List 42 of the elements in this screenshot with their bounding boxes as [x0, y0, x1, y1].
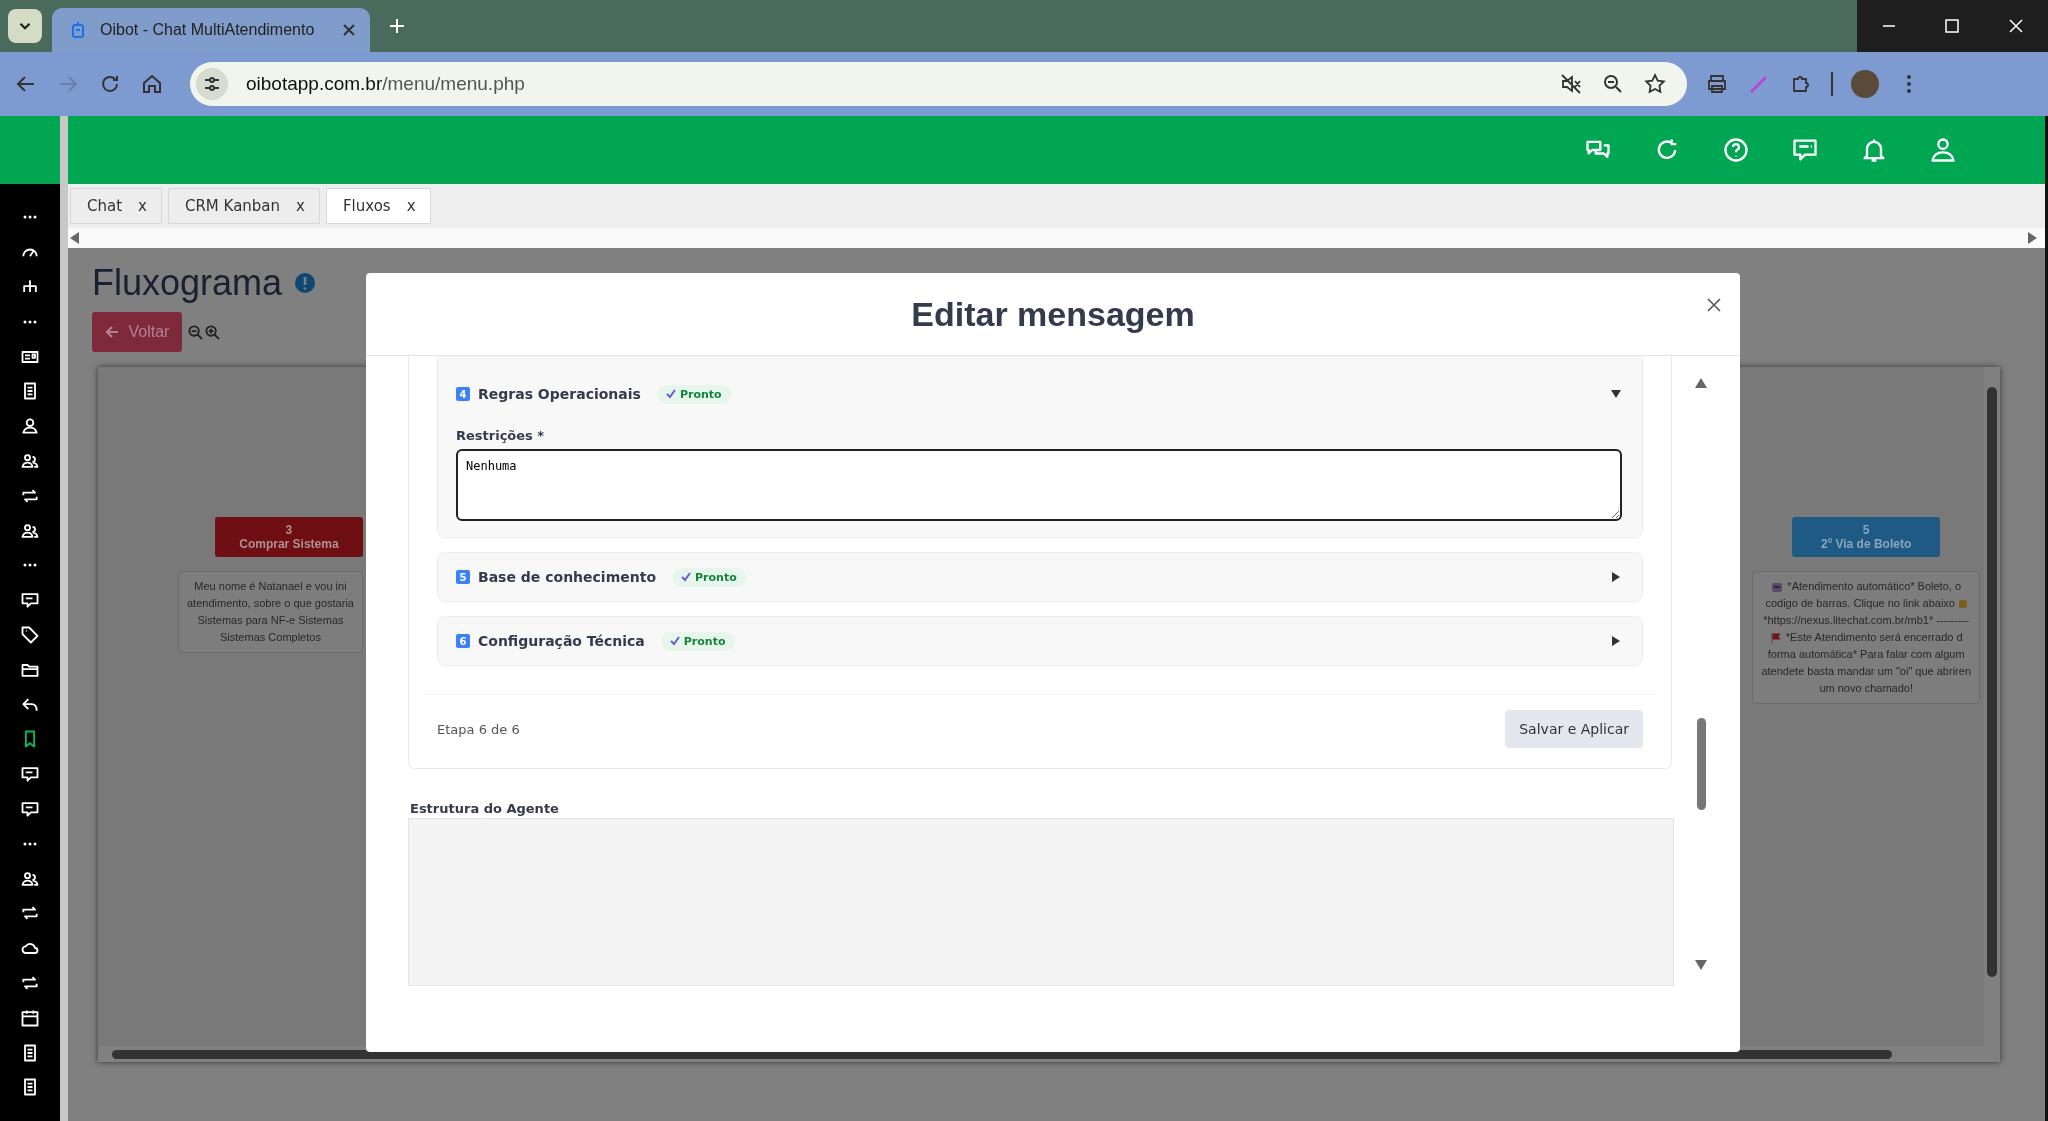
section-title[interactable]: Regras Operacionais — [478, 386, 641, 402]
message-text: *Este Atendimento será encerrado d — [1785, 630, 1963, 645]
step-number: 5 — [456, 570, 470, 584]
message-text: codigo de barras. Clique no link abaixo — [1765, 596, 1955, 611]
url-text: oibotapp.com.br/menu/menu.php — [246, 73, 525, 95]
message-text: forma automática* Para falar com algum — [1767, 647, 1965, 662]
field-label: Restrições * — [456, 428, 546, 443]
flow-node[interactable]: 3 Comprar Sistema — [214, 517, 363, 557]
address-bar[interactable]: oibotapp.com.br/menu/menu.php — [190, 62, 1687, 106]
section-title[interactable]: Configuração Técnica — [478, 633, 645, 649]
status-badge: Pronto — [672, 567, 746, 587]
message-text: Sistemas para NF-e Sistemas — [197, 613, 344, 628]
section-label: Estrutura do Agente — [410, 801, 560, 816]
tab-close[interactable]: x — [138, 197, 147, 215]
step-counter: Etapa 6 de 6 — [437, 721, 520, 737]
page-tab[interactable]: Fluxos x — [325, 188, 431, 224]
tab-title: Oibot - Chat MultiAtendimento — [100, 21, 316, 39]
node-number: 3 — [285, 523, 293, 537]
message-text: *Atendimento automático* Boleto, o — [1787, 579, 1962, 594]
message-text: *https://nexus.litechat.com.br/mb1* --------- — [1763, 613, 1970, 628]
node-number: 5 — [1862, 523, 1870, 537]
status-badge: Pronto — [656, 384, 731, 404]
restrictions-field[interactable]: Nenhuma — [456, 449, 1622, 521]
page-tab[interactable]: CRM Kanban x — [167, 188, 320, 224]
page-tab[interactable]: Chat x — [70, 188, 162, 224]
save-button[interactable]: Salvar e Aplicar — [1505, 710, 1643, 748]
node-label: 2º Via de Boleto — [1821, 537, 1912, 551]
modal-title: Editar mensagem — [911, 294, 1195, 334]
page-title: Fluxograma — [92, 262, 283, 304]
step-number: 4 — [456, 387, 470, 401]
tab-close[interactable]: x — [296, 197, 305, 215]
message-text: atendimento, sobre o que gostaria — [187, 596, 354, 611]
tab-close[interactable]: x — [406, 197, 416, 215]
message-text: um novo chamado! — [1819, 681, 1913, 696]
node-label: Comprar Sistema — [239, 537, 339, 551]
message-text: Meu nome é Natanael e vou ini — [194, 579, 347, 594]
message-text: Sistemas Completos — [220, 630, 321, 645]
step-number: 6 — [456, 634, 470, 648]
browser-tab[interactable]: Oibot - Chat MultiAtendimento — [52, 8, 370, 52]
section-title[interactable]: Base de conhecimento — [478, 569, 656, 585]
message-text: atendete basta mandar um "oi" que abriren — [1761, 664, 1971, 679]
status-badge: Pronto — [660, 631, 735, 651]
